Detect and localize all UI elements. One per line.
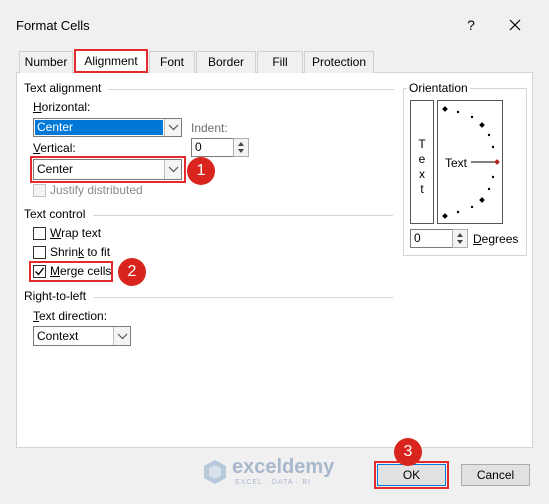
close-icon bbox=[509, 19, 521, 31]
wrap-text-checkbox[interactable] bbox=[33, 227, 46, 240]
degrees-label: Degrees bbox=[473, 232, 519, 246]
vertical-text-char: x bbox=[419, 167, 425, 181]
indent-value: 0 bbox=[195, 140, 202, 154]
tab-number[interactable]: Number bbox=[19, 51, 73, 73]
justify-distributed-checkbox bbox=[33, 184, 46, 197]
tab-border[interactable]: Border bbox=[196, 51, 256, 73]
dialog-title: Format Cells bbox=[16, 18, 90, 33]
tab-alignment[interactable]: Alignment bbox=[74, 49, 148, 73]
divider bbox=[94, 297, 393, 298]
indent-label: Indent: bbox=[191, 121, 228, 135]
text-direction-select[interactable]: Context bbox=[33, 326, 131, 346]
shrink-to-fit-label[interactable]: Shrink to fit bbox=[50, 245, 110, 259]
highlight-merge-cells bbox=[29, 261, 113, 282]
vertical-text-char: T bbox=[418, 137, 426, 151]
watermark-logo: exceldemy EXCEL · DATA · BI bbox=[202, 456, 352, 490]
exceldemy-logo-icon bbox=[204, 460, 226, 484]
tab-font[interactable]: Font bbox=[149, 51, 195, 73]
cancel-button[interactable]: Cancel bbox=[461, 464, 530, 486]
orientation-text: Text bbox=[445, 156, 468, 170]
spin-arrows-icon bbox=[238, 142, 244, 153]
chevron-down-icon bbox=[168, 124, 179, 131]
degrees-spin-buttons[interactable] bbox=[452, 229, 468, 248]
close-button[interactable] bbox=[502, 12, 528, 38]
spin-arrows-icon bbox=[457, 233, 463, 244]
vertical-label: Vertical: bbox=[33, 141, 76, 155]
step-badge-1: 1 bbox=[187, 157, 215, 185]
help-button[interactable]: ? bbox=[458, 12, 484, 38]
indent-spin-buttons[interactable] bbox=[233, 138, 249, 157]
wrap-text-label[interactable]: Wrap text bbox=[50, 226, 101, 240]
step-badge-3: 3 bbox=[394, 438, 422, 466]
text-alignment-heading: Text alignment bbox=[24, 81, 102, 95]
watermark-name: exceldemy bbox=[232, 456, 335, 478]
justify-distributed-label: Justify distributed bbox=[50, 183, 143, 197]
vertical-text-char: e bbox=[418, 152, 426, 166]
text-direction-label: Text direction: bbox=[33, 309, 108, 323]
tab-protection[interactable]: Protection bbox=[304, 51, 374, 73]
tab-fill[interactable]: Fill bbox=[257, 51, 303, 73]
text-direction-value: Context bbox=[37, 329, 79, 343]
horizontal-select[interactable]: Center bbox=[33, 118, 182, 137]
chevron-down-icon bbox=[117, 333, 128, 340]
divider bbox=[108, 89, 394, 90]
vertical-text-box[interactable]: T e x t bbox=[410, 100, 434, 224]
horizontal-label: Horizontal: bbox=[33, 100, 91, 114]
watermark-tagline: EXCEL · DATA · BI bbox=[235, 479, 311, 486]
highlight-vertical bbox=[30, 156, 186, 183]
divider bbox=[93, 215, 393, 216]
right-to-left-heading: Right-to-left bbox=[24, 289, 87, 303]
text-direction-dropdown[interactable] bbox=[113, 327, 130, 345]
horizontal-dropdown[interactable] bbox=[164, 119, 181, 136]
horizontal-value: Center bbox=[37, 120, 74, 134]
vertical-text-char: t bbox=[420, 182, 424, 196]
shrink-to-fit-checkbox[interactable] bbox=[33, 246, 46, 259]
orientation-dial[interactable]: Text bbox=[437, 100, 503, 224]
degrees-value: 0 bbox=[414, 231, 421, 245]
text-control-heading: Text control bbox=[24, 207, 86, 221]
orientation-heading: Orientation bbox=[407, 81, 470, 95]
step-badge-2: 2 bbox=[118, 258, 146, 286]
